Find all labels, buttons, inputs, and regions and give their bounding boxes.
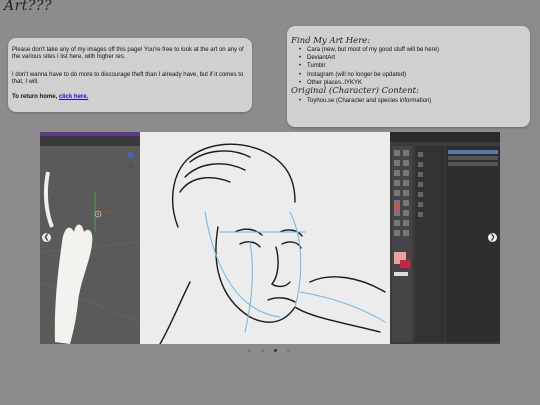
- notice-card: Please don't take any of my images off t…: [8, 38, 252, 112]
- return-home-link[interactable]: click here.: [59, 94, 88, 100]
- image-carousel[interactable]: [40, 132, 500, 344]
- site-title: Art???: [4, 0, 52, 14]
- link-item-deviantart[interactable]: DeviantArt: [299, 54, 439, 62]
- carousel-dot-active[interactable]: [274, 349, 277, 352]
- notice-paragraph: Please don't take any of my images off t…: [12, 47, 244, 60]
- find-art-list: Cara (new, but most of my good stuff wil…: [299, 46, 439, 87]
- carousel-dot[interactable]: [287, 349, 290, 352]
- find-art-heading: Find My Art Here:: [291, 36, 371, 46]
- link-item-cara[interactable]: Cara (new, but most of my good stuff wil…: [299, 46, 439, 54]
- notice-paragraph: I don't wanna have to do more to discour…: [12, 72, 244, 85]
- carousel-next-button[interactable]: ❯: [488, 233, 497, 242]
- carousel-prev-button[interactable]: ❮: [42, 233, 51, 242]
- link-item-instagram[interactable]: Instagram (will no longer be updated): [299, 71, 439, 79]
- oc-heading: Original (Character) Content:: [291, 86, 419, 96]
- carousel-slide-image: [40, 132, 500, 344]
- chevron-right-icon: ❯: [489, 233, 496, 241]
- chevron-left-icon: ❮: [43, 233, 50, 241]
- link-item-toyhouse[interactable]: Toyhou.se (Character and species informa…: [299, 97, 431, 105]
- return-home-line: To return home, click here.: [12, 94, 248, 101]
- oc-list: Toyhou.se (Character and species informa…: [299, 97, 431, 105]
- link-item-tumblr[interactable]: Tumblr: [299, 62, 439, 70]
- carousel-dot[interactable]: [248, 349, 251, 352]
- links-card: Find My Art Here: Cara (new, but most of…: [287, 26, 530, 127]
- carousel-dot[interactable]: [261, 349, 264, 352]
- carousel-indicators: [248, 349, 290, 352]
- return-home-text: To return home,: [12, 94, 59, 100]
